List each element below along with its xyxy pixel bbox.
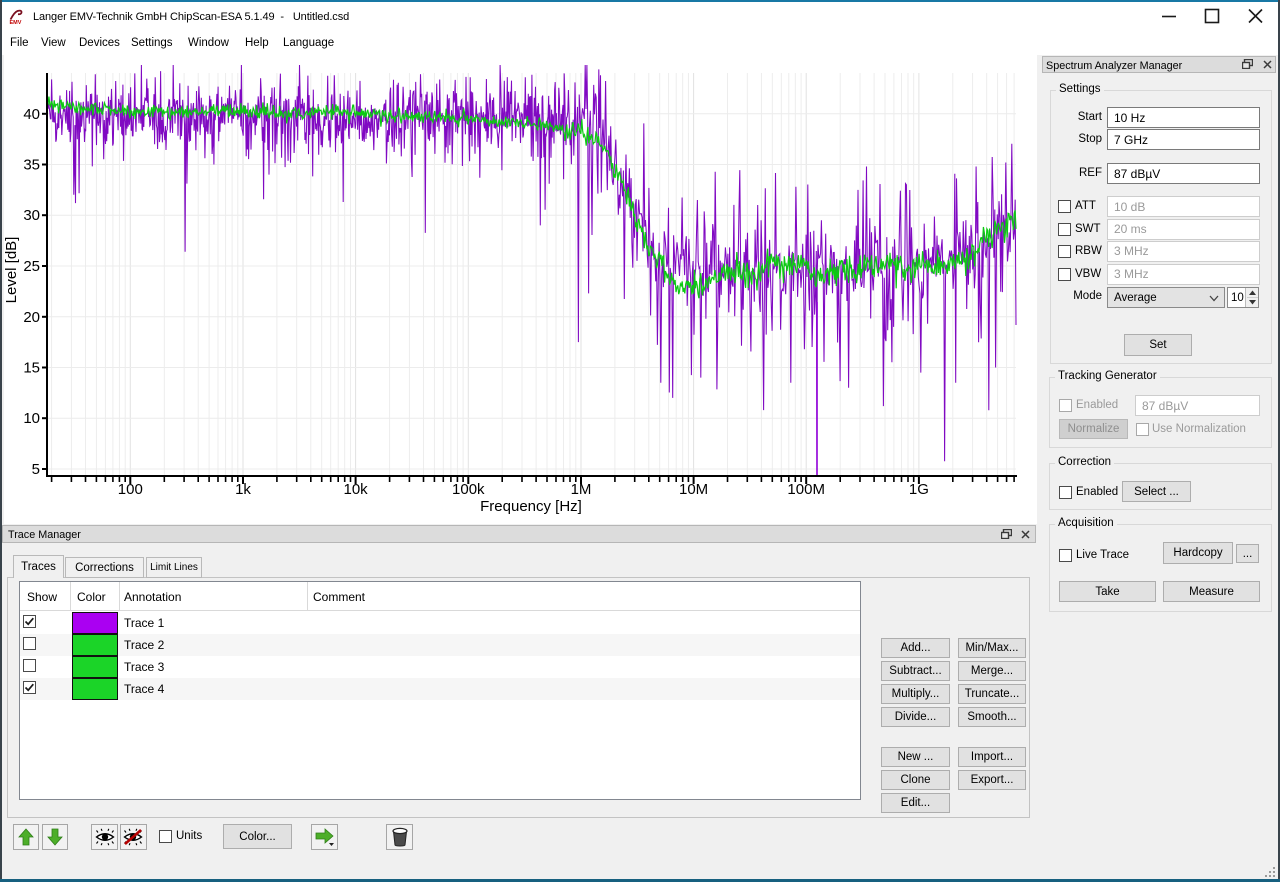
- svg-text:25: 25: [23, 258, 40, 275]
- svg-text:10M: 10M: [679, 481, 708, 498]
- svg-text:10k: 10k: [344, 481, 369, 498]
- svg-text:1G: 1G: [909, 481, 929, 498]
- svg-text:15: 15: [23, 360, 40, 377]
- svg-text:20: 20: [23, 309, 40, 326]
- svg-text:1k: 1k: [235, 481, 251, 498]
- svg-text:100: 100: [118, 481, 143, 498]
- svg-text:40: 40: [23, 106, 40, 123]
- svg-text:5: 5: [32, 461, 40, 478]
- svg-text:10: 10: [23, 410, 40, 427]
- svg-text:30: 30: [23, 207, 40, 224]
- svg-text:1M: 1M: [571, 481, 592, 498]
- svg-text:100k: 100k: [452, 481, 485, 498]
- svg-text:Frequency [Hz]: Frequency [Hz]: [480, 498, 582, 515]
- svg-text:100M: 100M: [787, 481, 825, 498]
- svg-text:Level [dB]: Level [dB]: [3, 237, 20, 304]
- svg-text:35: 35: [23, 157, 40, 174]
